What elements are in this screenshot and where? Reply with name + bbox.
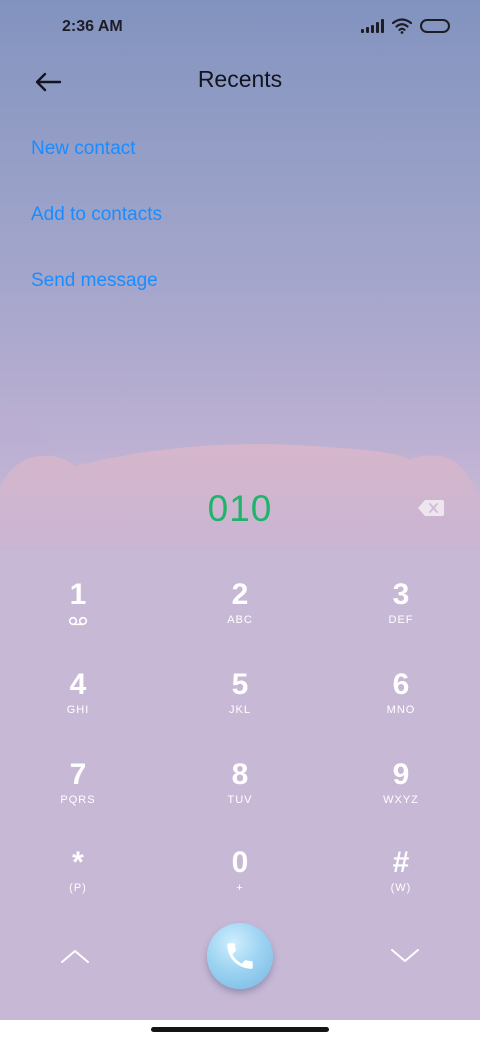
key-8[interactable]: 8 TUV	[180, 758, 300, 836]
key-digit: #	[392, 846, 410, 879]
key-letters: (P)	[69, 882, 87, 894]
key-2[interactable]: 2 ABC	[180, 578, 300, 656]
key-digit: 1	[69, 578, 87, 611]
phone-icon	[227, 943, 253, 969]
key-9[interactable]: 9 WXYZ	[341, 758, 461, 836]
key-digit: 9	[392, 758, 410, 791]
key-digit: 0	[231, 846, 249, 879]
key-7[interactable]: 7 PQRS	[18, 758, 138, 836]
delete-button[interactable]	[417, 498, 445, 518]
key-digit: 6	[392, 668, 410, 701]
key-letters: DEF	[388, 614, 414, 626]
key-3[interactable]: 3 DEF	[341, 578, 461, 656]
wifi-icon	[392, 18, 412, 34]
dialed-number: 010	[207, 488, 273, 529]
new-contact-link[interactable]: New contact	[31, 138, 136, 160]
chevron-down-icon	[391, 949, 419, 962]
key-letters: GHI	[66, 704, 90, 716]
key-hash[interactable]: # (W)	[341, 846, 461, 924]
key-letters: WXYZ	[383, 794, 419, 806]
key-digit: 4	[69, 668, 87, 701]
key-digit: 8	[231, 758, 249, 791]
dialer-screen: 2:36 AM Recents New contact Add to conta…	[0, 0, 480, 1020]
status-bar: 2:36 AM	[0, 0, 480, 56]
navigation-bar	[0, 1020, 480, 1040]
key-digit: 3	[392, 578, 410, 611]
call-button[interactable]	[207, 923, 273, 989]
key-digit: 2	[231, 578, 249, 611]
key-digit: *	[72, 846, 84, 879]
home-indicator[interactable]	[151, 1027, 329, 1032]
add-to-contacts-link[interactable]: Add to contacts	[31, 204, 162, 226]
key-0[interactable]: 0 +	[180, 846, 300, 924]
status-time: 2:36 AM	[62, 18, 123, 35]
scroll-down-button[interactable]	[384, 935, 426, 977]
backspace-icon	[418, 500, 444, 516]
status-icons	[361, 18, 450, 34]
key-letters: JKL	[229, 704, 251, 716]
signal-icon	[361, 19, 384, 33]
key-digit: 7	[69, 758, 87, 791]
key-digit: 5	[231, 668, 249, 701]
page-title: Recents	[197, 66, 283, 92]
key-4[interactable]: 4 GHI	[18, 668, 138, 746]
key-letters: TUV	[227, 794, 253, 806]
key-letters: ABC	[227, 614, 253, 626]
scroll-up-button[interactable]	[54, 935, 96, 977]
key-letters: +	[236, 882, 244, 894]
voicemail-icon	[68, 616, 88, 626]
key-star[interactable]: * (P)	[18, 846, 138, 924]
chevron-up-icon	[61, 950, 89, 963]
send-message-link[interactable]: Send message	[31, 270, 158, 292]
key-letters: MNO	[386, 704, 416, 716]
battery-icon	[420, 19, 450, 33]
key-letters: (W)	[390, 882, 412, 894]
key-1[interactable]: 1	[18, 578, 138, 656]
key-letters: PQRS	[60, 794, 96, 806]
key-6[interactable]: 6 MNO	[341, 668, 461, 746]
key-5[interactable]: 5 JKL	[180, 668, 300, 746]
